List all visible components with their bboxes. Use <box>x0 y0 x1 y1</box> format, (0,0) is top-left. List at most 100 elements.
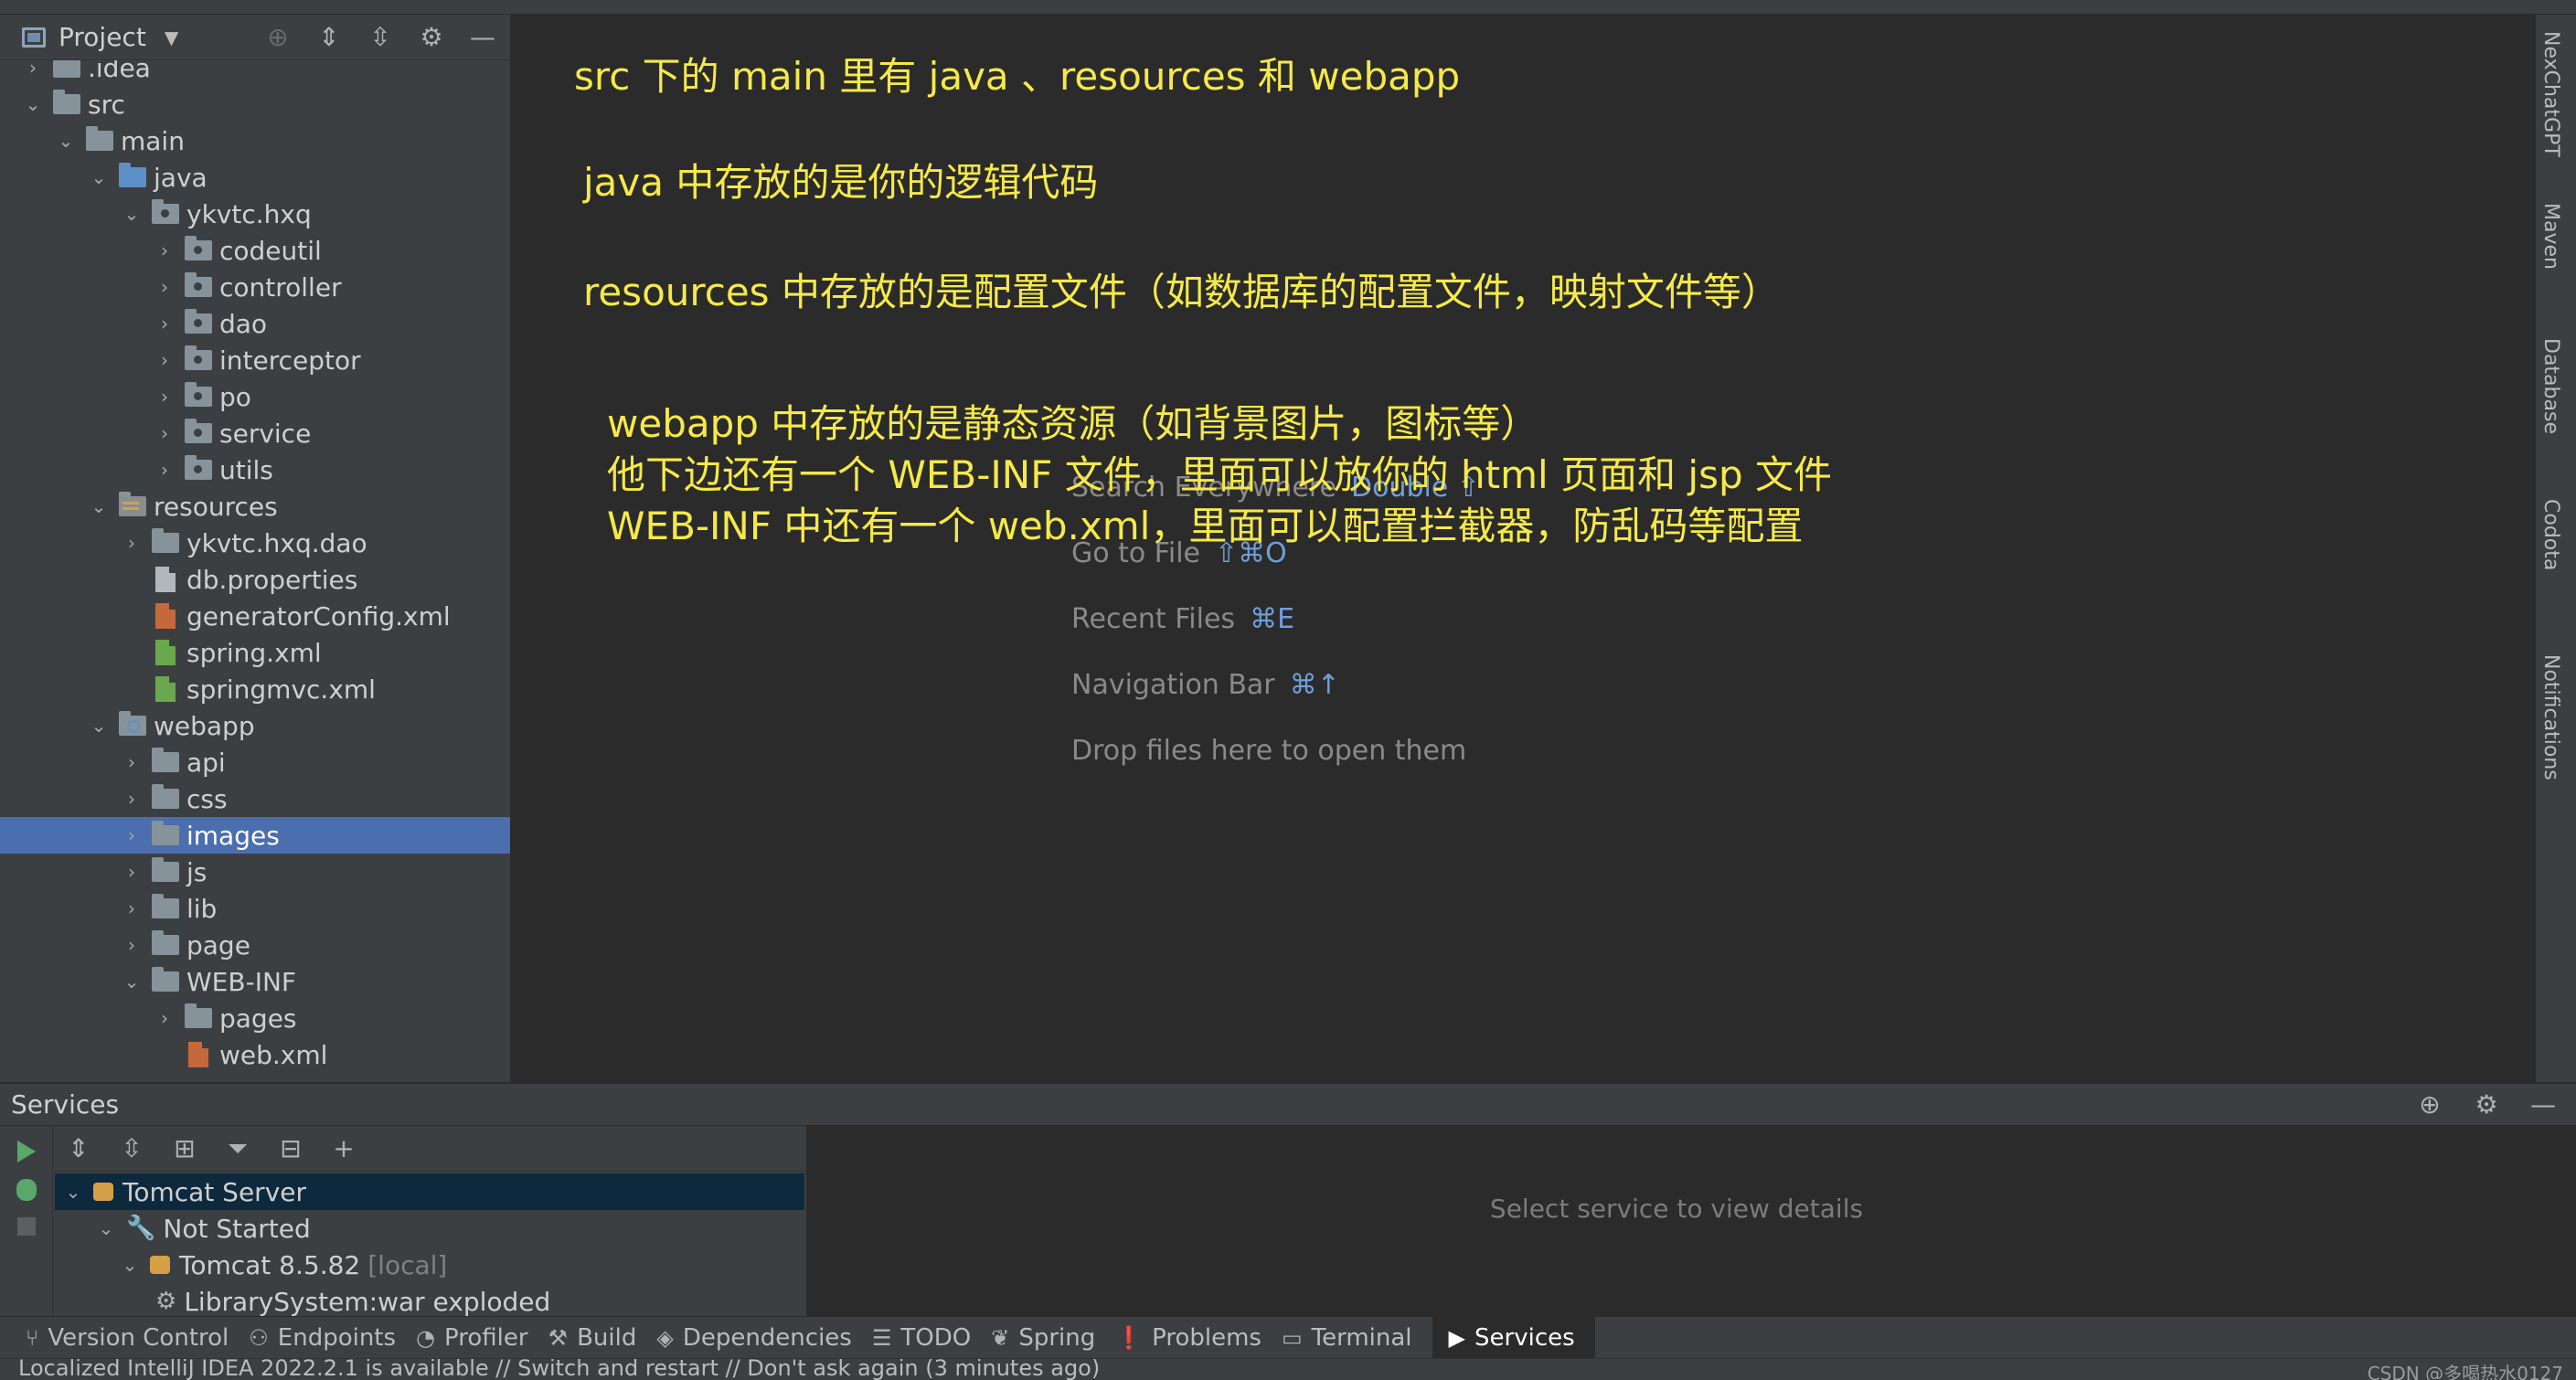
tree-item[interactable]: ⌄ java <box>0 159 510 196</box>
hide-panel-icon[interactable]: — <box>468 22 497 52</box>
collapse-all-icon[interactable]: ⇳ <box>117 1133 146 1163</box>
chevron-right-icon[interactable]: › <box>122 824 141 846</box>
tab-endpoints[interactable]: ⚇ Endpoints <box>249 1317 416 1359</box>
tree-item[interactable]: › utils <box>0 451 510 488</box>
tree-item[interactable]: ⌄ ykvtc.hxq <box>0 196 510 232</box>
chevron-right-icon[interactable]: › <box>155 1007 174 1029</box>
status-message[interactable]: Localized IntelliJ IDEA 2022.2.1 is avai… <box>18 1359 1100 1380</box>
tree-item[interactable]: › css <box>0 780 510 817</box>
service-tree-item[interactable]: ⌄ Tomcat Server <box>55 1173 804 1210</box>
chevron-down-icon[interactable]: ⌄ <box>57 130 75 152</box>
chevron-right-icon[interactable]: › <box>122 897 141 919</box>
hint-shortcut: ⌘E <box>1250 603 1295 635</box>
tab-version-control[interactable]: ⑂ Version Control <box>26 1317 249 1359</box>
stop-icon[interactable] <box>16 1217 36 1236</box>
service-tree-item[interactable]: ⚙ LibrarySystem:war exploded <box>55 1283 804 1318</box>
tree-item[interactable]: ›db.properties <box>0 561 510 598</box>
chevron-down-icon[interactable]: ⌄ <box>122 971 141 993</box>
tab-dependencies[interactable]: ◈ Dependencies <box>656 1317 872 1359</box>
add-service-icon[interactable]: + <box>329 1133 358 1163</box>
chevron-down-icon[interactable]: ▼ <box>165 27 178 48</box>
chevron-down-icon[interactable]: ⌄ <box>122 203 141 225</box>
tree-item[interactable]: › images <box>0 817 510 854</box>
chevron-down-icon[interactable]: ⌄ <box>90 495 108 517</box>
service-tree-item[interactable]: ⌄ Tomcat 8.5.82 [local] <box>55 1247 804 1283</box>
tree-item[interactable]: › controller <box>0 269 510 305</box>
tree-item-label: springmvc.xml <box>186 674 376 705</box>
chevron-down-icon[interactable]: ⌄ <box>24 93 42 115</box>
tree-item[interactable]: ›springmvc.xml <box>0 671 510 707</box>
tree-item[interactable]: ⌄ webapp <box>0 707 510 744</box>
tab-nexchatgpt[interactable]: NexChatGPT <box>2539 31 2562 157</box>
chevron-right-icon[interactable]: › <box>155 459 174 481</box>
chevron-down-icon[interactable]: ⌄ <box>121 1254 139 1276</box>
tree-item[interactable]: › ykvtc.hxq.dao <box>0 525 510 561</box>
expand-all-icon[interactable]: ⇕ <box>314 22 344 52</box>
tree-item[interactable]: ›generatorConfig.xml <box>0 598 510 634</box>
tab-spring[interactable]: ❦ Spring <box>991 1317 1115 1359</box>
chevron-right-icon[interactable]: › <box>155 239 174 261</box>
chevron-right-icon[interactable]: › <box>155 313 174 334</box>
expand-all-icon[interactable]: ⇕ <box>64 1133 93 1163</box>
tree-item[interactable]: ›web.xml <box>0 1036 510 1073</box>
tree-item[interactable]: › dao <box>0 305 510 342</box>
tree-item[interactable]: ›spring.xml <box>0 634 510 671</box>
chevron-right-icon[interactable]: › <box>122 751 141 773</box>
chevron-right-icon[interactable]: › <box>155 349 174 371</box>
tab-terminal[interactable]: ▭ Terminal <box>1282 1317 1432 1359</box>
select-opened-file-icon[interactable]: ⊕ <box>263 22 293 52</box>
filter-icon[interactable]: ⏷ <box>223 1133 252 1163</box>
tab-build[interactable]: ⚒ Build <box>548 1317 657 1359</box>
chevron-right-icon[interactable]: › <box>122 532 141 554</box>
tree-item[interactable]: ⌄ resources <box>0 488 510 525</box>
new-group-icon[interactable]: ⊟ <box>276 1133 305 1163</box>
chevron-right-icon[interactable]: › <box>122 934 141 956</box>
debug-icon[interactable] <box>16 1179 37 1201</box>
gear-icon[interactable]: ⚙ <box>2472 1089 2501 1120</box>
tree-item[interactable]: ⌄ WEB-INF <box>0 963 510 1000</box>
editor-area[interactable]: src 下的 main 里有 java 、resources 和 webapp … <box>514 15 2534 1082</box>
tab-database[interactable]: Database <box>2539 338 2562 434</box>
run-icon[interactable] <box>16 1141 36 1162</box>
chevron-right-icon[interactable]: › <box>122 861 141 883</box>
tree-item[interactable]: ⌄ src <box>0 86 510 122</box>
tab-codota[interactable]: Codota <box>2539 499 2562 570</box>
chevron-right-icon[interactable]: › <box>155 276 174 298</box>
tree-item[interactable]: › .idea <box>0 60 510 86</box>
chevron-down-icon[interactable]: ⌄ <box>64 1181 82 1203</box>
chevron-right-icon[interactable]: › <box>155 422 174 444</box>
chevron-down-icon[interactable]: ⌄ <box>90 715 108 737</box>
tab-profiler[interactable]: ◔ Profiler <box>416 1317 548 1359</box>
tree-item-label: controller <box>219 271 342 303</box>
folder-icon <box>152 894 179 918</box>
tab-services[interactable]: ▶ Services <box>1432 1316 1595 1359</box>
annotation-text: 他下边还有一个 WEB-INF 文件，里面可以放你的 html 页面和 jsp … <box>607 452 1832 497</box>
collapse-all-icon[interactable]: ⇳ <box>366 22 395 52</box>
gear-icon[interactable]: ⚙ <box>417 22 446 52</box>
chevron-right-icon[interactable]: › <box>24 60 42 79</box>
tab-problems[interactable]: ❗ Problems <box>1115 1317 1282 1359</box>
version-control-icon: ⑂ <box>26 1324 39 1351</box>
project-panel-title[interactable]: Project <box>59 22 146 52</box>
chevron-down-icon[interactable]: ⌄ <box>90 166 108 188</box>
tree-item[interactable]: › lib <box>0 890 510 927</box>
select-in-tree-icon[interactable]: ⊕ <box>2415 1089 2444 1120</box>
tree-item[interactable]: › api <box>0 744 510 780</box>
hide-panel-icon[interactable]: — <box>2528 1089 2558 1120</box>
tree-item[interactable]: › codeutil <box>0 232 510 269</box>
tree-item[interactable]: › js <box>0 854 510 890</box>
tree-item[interactable]: › po <box>0 378 510 415</box>
chevron-down-icon[interactable]: ⌄ <box>97 1217 115 1239</box>
chevron-right-icon[interactable]: › <box>122 788 141 810</box>
tree-item[interactable]: › page <box>0 927 510 963</box>
tree-item[interactable]: › pages <box>0 1000 510 1036</box>
tree-item[interactable]: ⌄ main <box>0 122 510 159</box>
tab-maven[interactable]: Maven <box>2539 203 2562 270</box>
tab-notifications[interactable]: Notifications <box>2539 654 2562 780</box>
service-tree-item[interactable]: ⌄ 🔧 Not Started <box>55 1210 804 1247</box>
tree-item[interactable]: › interceptor <box>0 342 510 378</box>
tree-item[interactable]: › service <box>0 415 510 451</box>
group-by-icon[interactable]: ⊞ <box>170 1133 199 1163</box>
tab-todo[interactable]: ☰ TODO <box>872 1317 991 1359</box>
chevron-right-icon[interactable]: › <box>155 386 174 408</box>
